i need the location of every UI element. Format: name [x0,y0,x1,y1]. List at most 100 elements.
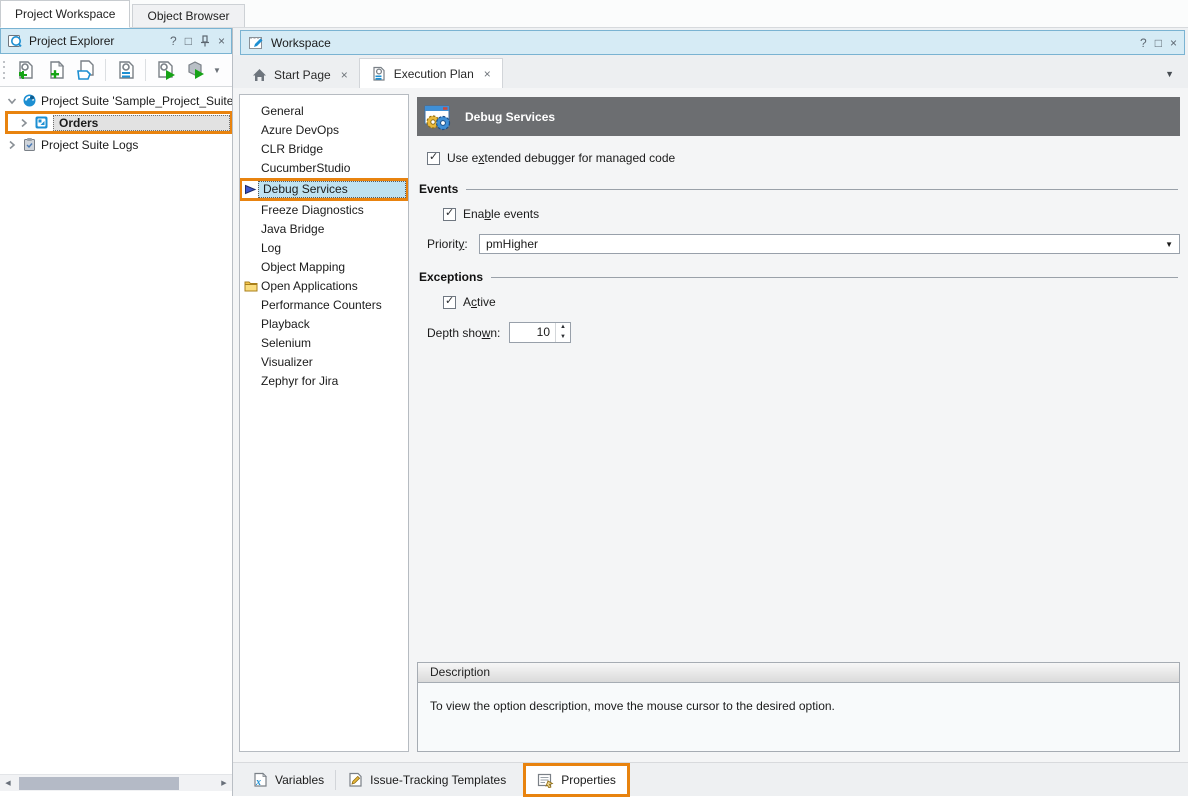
tab-issue-tracking-templates[interactable]: Issue-Tracking Templates [336,766,517,793]
chevron-right-icon[interactable] [18,117,30,129]
tab-execution-plan[interactable]: Execution Plan × [359,58,503,88]
tree-item-project-suite[interactable]: Project Suite 'Sample_Project_Suite' (1 … [0,91,232,110]
spinner-down-icon[interactable]: ▼ [556,333,570,343]
bottom-tabbar: x Variables Issue-Tracking Templates [233,762,1188,796]
new-item-button[interactable] [42,57,69,84]
scrollbar-thumb[interactable] [19,777,179,790]
home-icon [252,68,267,82]
settings-item-freeze-diagnostics[interactable]: Freeze Diagnostics [240,201,408,220]
tab-issue-tracking-templates-label: Issue-Tracking Templates [370,773,506,787]
application-window: Project Workspace Object Browser Project… [0,0,1188,796]
depth-shown-spinner[interactable]: 10 ▲ ▼ [509,322,571,343]
tree-item-label: Project Suite Logs [41,138,138,152]
tab-variables[interactable]: x Variables [241,766,335,793]
active-checkbox[interactable]: ✓ [443,296,456,309]
maximize-button[interactable]: □ [1155,36,1162,50]
debug-services-options-pane: Debug Services ✓ Use extended debugger f… [417,94,1180,752]
settings-category-list: General Azure DevOps CLR Bridge Cucumber… [239,94,409,752]
tab-object-browser[interactable]: Object Browser [132,4,244,27]
close-button[interactable]: × [218,34,225,48]
tab-properties-label: Properties [561,773,616,787]
workspace-icon [248,35,264,51]
project-explorer-title: Project Explorer [29,34,114,48]
run-project-suite-button[interactable] [182,57,209,84]
toolbar-dropdown-icon[interactable]: ▼ [213,66,221,75]
settings-item-open-applications[interactable]: Open Applications [240,277,408,296]
settings-item-performance-counters[interactable]: Performance Counters [240,296,408,315]
debug-services-icon [422,102,452,132]
horizontal-scrollbar[interactable]: ◀ ▶ [0,774,232,791]
toolbar-grip[interactable] [3,59,8,81]
run-test-button[interactable] [152,57,179,84]
pin-icon[interactable] [200,35,210,47]
description-header: Description [418,663,1179,683]
tab-start-page-label: Start Page [274,68,331,82]
chevron-down-icon: ▼ [1165,240,1173,249]
selected-marker-icon [244,183,257,196]
settings-item-azure-devops[interactable]: Azure DevOps [240,121,408,140]
workspace-area: Workspace ? □ × Start Page × [233,28,1188,796]
help-button[interactable]: ? [1140,36,1147,50]
settings-item-cucumberstudio[interactable]: CucumberStudio [240,159,408,178]
extended-debugger-label: Use extended debugger for managed code [447,151,675,165]
tab-object-browser-label: Object Browser [147,9,229,23]
close-button[interactable]: × [1170,36,1177,50]
tab-start-page[interactable]: Start Page × [241,61,359,88]
settings-item-selenium[interactable]: Selenium [240,334,408,353]
settings-item-clr-bridge[interactable]: CLR Bridge [240,140,408,159]
priority-dropdown[interactable]: pmHigher ▼ [479,234,1180,254]
toolbar-separator [145,59,146,81]
organize-items-button[interactable] [112,57,139,84]
tab-overflow-icon[interactable]: ▼ [1165,69,1174,79]
check-icon: ✓ [445,206,454,219]
settings-item-java-bridge[interactable]: Java Bridge [240,220,408,239]
help-button[interactable]: ? [170,34,177,48]
project-tree: Project Suite 'Sample_Project_Suite' (1 … [0,87,232,774]
add-project-suite-button[interactable] [12,57,39,84]
document-tabbar: Start Page × Execution Plan × ▼ [233,55,1188,88]
extended-debugger-checkbox[interactable]: ✓ [427,152,440,165]
tree-item-project-suite-logs[interactable]: Project Suite Logs [0,135,232,154]
check-icon: ✓ [429,150,438,163]
tab-execution-plan-label: Execution Plan [394,67,474,81]
tree-item-orders[interactable]: Orders [8,114,230,131]
chevron-right-icon[interactable] [6,139,18,151]
highlight-box-properties: Properties [523,763,630,797]
priority-value: pmHigher [486,237,538,251]
project-suite-icon [22,93,37,108]
settings-item-zephyr-for-jira[interactable]: Zephyr for Jira [240,372,408,391]
settings-item-debug-services[interactable]: Debug Services [258,181,406,198]
project-icon [34,115,49,130]
workspace-header: Workspace ? □ × [240,30,1185,55]
workspace-tabbar: Project Workspace Object Browser [0,0,1188,28]
project-explorer-toolbar: ▼ [0,54,232,87]
scroll-right-icon[interactable]: ▶ [216,779,232,787]
chevron-down-icon[interactable] [6,95,18,107]
highlight-box-debug-services: Debug Services [239,178,409,201]
settings-item-visualizer[interactable]: Visualizer [240,353,408,372]
description-panel: Description To view the option descripti… [417,662,1180,752]
close-tab-icon[interactable]: × [341,68,348,82]
settings-item-playback[interactable]: Playback [240,315,408,334]
spinner-up-icon[interactable]: ▲ [556,323,570,333]
settings-item-log[interactable]: Log [240,239,408,258]
events-group-title: Events [419,182,458,196]
group-divider [466,189,1178,190]
maximize-button[interactable]: □ [185,34,192,48]
highlight-box-orders: Orders [5,111,232,134]
tab-properties[interactable]: Properties [526,766,627,794]
open-file-button[interactable] [72,57,99,84]
tab-project-workspace[interactable]: Project Workspace [0,0,130,28]
svg-text:x: x [255,777,261,788]
scroll-left-icon[interactable]: ◀ [0,779,16,787]
settings-item-object-mapping[interactable]: Object Mapping [240,258,408,277]
close-tab-icon[interactable]: × [484,67,491,81]
options-page-header: Debug Services [417,97,1180,136]
folder-icon [244,280,258,292]
exceptions-group-title: Exceptions [419,270,483,284]
enable-events-checkbox[interactable]: ✓ [443,208,456,221]
settings-item-general[interactable]: General [240,102,408,121]
project-explorer-header: Project Explorer ? □ × [0,28,232,54]
main-row: Project Explorer ? □ × [0,28,1188,796]
check-icon: ✓ [445,294,454,307]
